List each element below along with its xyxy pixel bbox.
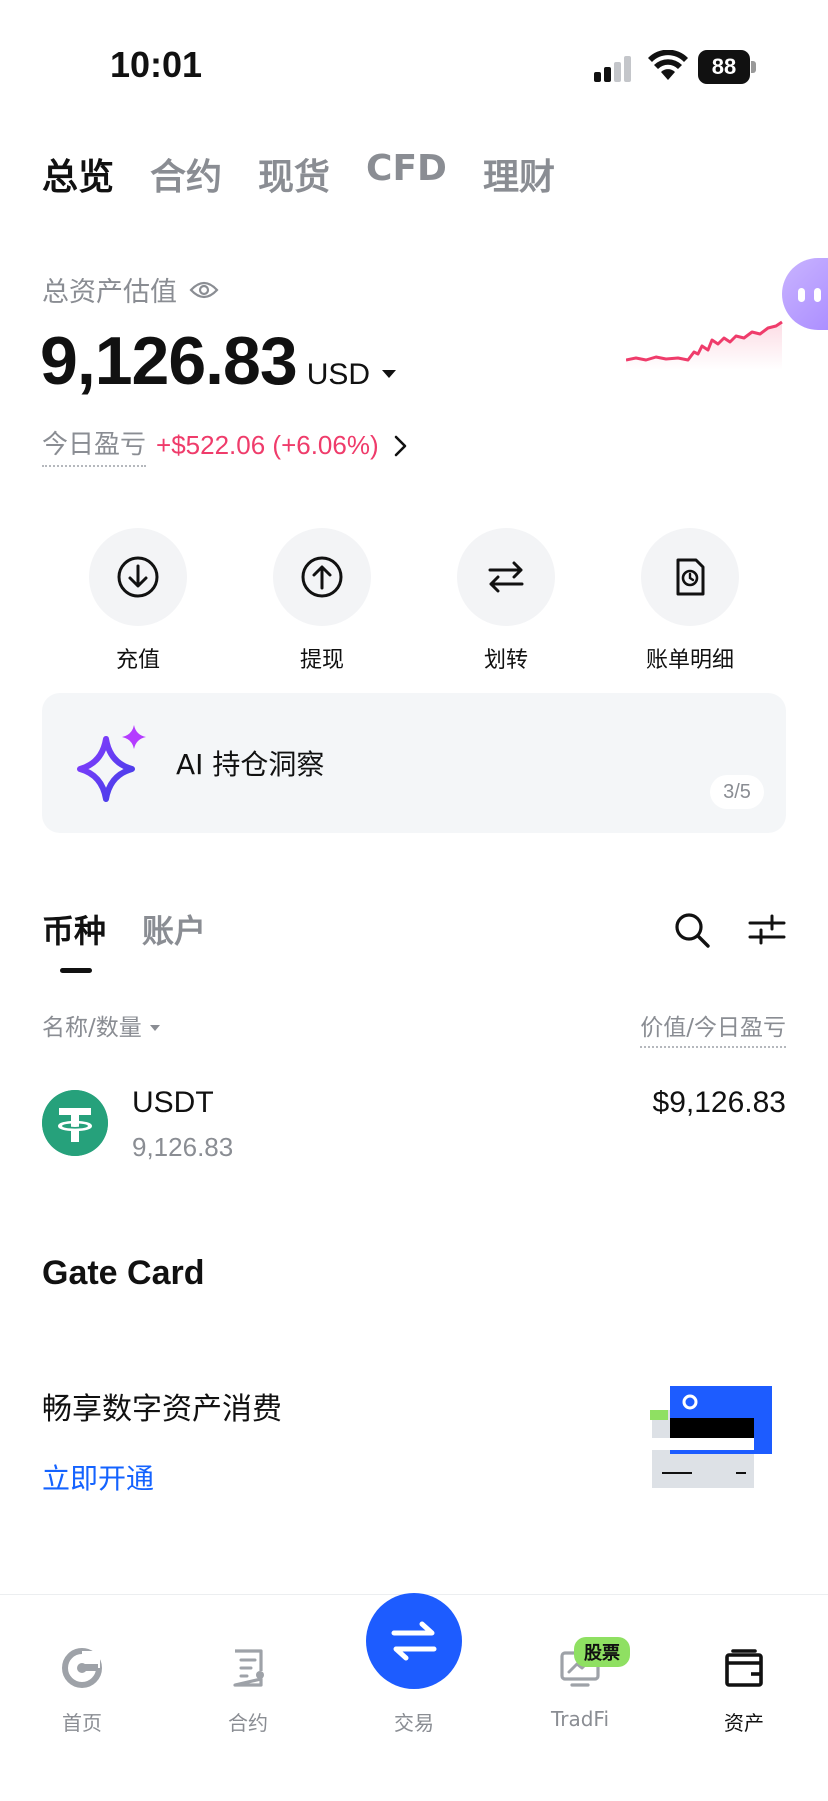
gate-card-title: Gate Card	[42, 1254, 205, 1292]
status-time: 10:01	[110, 44, 203, 85]
assistant-bubble[interactable]	[782, 258, 828, 330]
usdt-logo-icon	[42, 1090, 108, 1156]
filter-settings-icon[interactable]	[748, 912, 786, 948]
transfer-icon	[488, 561, 524, 593]
coin-value: $9,126.83	[652, 1086, 786, 1119]
ai-insight-text: AI 持仓洞察	[176, 748, 325, 781]
coin-quantity: 9,126.83	[132, 1132, 234, 1162]
ai-insight-card[interactable]: AI 持仓洞察 3/5	[42, 693, 786, 833]
bill-detail-button[interactable]: 账单明细	[620, 528, 760, 674]
assistant-eye-icon	[798, 288, 805, 302]
holding-row[interactable]: USDT 9,126.83 $9,126.83	[42, 1086, 786, 1186]
stock-badge: 股票	[574, 1637, 630, 1667]
today-pnl-label: 今日盈亏	[42, 424, 147, 467]
gate-card-description: 畅享数字资产消费	[42, 1392, 282, 1427]
bill-icon	[676, 558, 705, 596]
today-pnl-value: +$522.06 (+6.06%)	[156, 430, 379, 460]
assistant-eye-icon	[814, 288, 821, 302]
nav-futures-label: 合约	[228, 1711, 268, 1735]
currency-selector[interactable]: USD	[306, 358, 397, 392]
tab-coins[interactable]: 币种	[42, 906, 107, 973]
total-asset-label-text: 总资产估值	[42, 277, 177, 308]
transfer-button[interactable]: 划转	[436, 528, 576, 674]
sparkle-icon	[77, 725, 146, 802]
nav-futures[interactable]: 合约	[188, 1647, 308, 1736]
tab-coins-label: 币种	[42, 912, 107, 950]
holdings-tabs: 币种 账户	[42, 906, 242, 973]
deposit-label: 充值	[115, 648, 160, 673]
bottom-navigation: 首页 合约 交易 TradFi 股票 资产	[0, 1593, 828, 1801]
sort-by-name-button[interactable]: 名称/数量	[42, 1008, 160, 1042]
caret-down-icon	[149, 1025, 160, 1031]
futures-icon	[233, 1649, 264, 1687]
asset-trend-sparkline[interactable]	[626, 300, 786, 370]
nav-assets[interactable]: 资产	[684, 1647, 804, 1736]
gate-card-illustration[interactable]	[650, 1384, 774, 1490]
deposit-icon	[117, 556, 159, 598]
bill-detail-label: 账单明细	[645, 648, 734, 673]
tab-earn[interactable]: 理财	[483, 148, 555, 200]
tab-cfd[interactable]: CFD	[366, 148, 447, 200]
tab-accounts[interactable]: 账户	[142, 906, 206, 952]
cellular-signal-icon	[594, 56, 631, 82]
trade-icon	[391, 1621, 437, 1661]
deposit-button[interactable]: 充值	[68, 528, 208, 674]
nav-tradfi-label: TradFi	[550, 1707, 610, 1731]
value-pnl-header[interactable]: 价值/今日盈亏	[640, 1008, 786, 1048]
top-tabs: 总览 合约 现货 CFD 理财	[42, 148, 591, 200]
withdraw-label: 提现	[299, 648, 344, 673]
chevron-right-icon	[394, 435, 406, 456]
carousel-page-indicator: 3/5	[710, 775, 764, 809]
name-quantity-header: 名称/数量	[42, 1015, 142, 1041]
nav-assets-label: 资产	[724, 1711, 764, 1735]
activate-now-link[interactable]: 立即开通	[42, 1457, 154, 1497]
active-tab-indicator	[60, 968, 92, 973]
total-asset-label: 总资产估值	[42, 270, 219, 309]
eye-icon[interactable]	[189, 279, 219, 301]
currency-unit: USD	[306, 358, 371, 391]
home-icon	[62, 1648, 102, 1688]
withdraw-button[interactable]: 提现	[252, 528, 392, 674]
total-asset-number: 9,126.83	[40, 323, 298, 399]
wifi-icon	[648, 50, 688, 80]
withdraw-icon	[301, 556, 343, 598]
wallet-icon	[725, 1649, 763, 1687]
battery-level: 88	[698, 50, 750, 84]
search-icon[interactable]	[672, 910, 712, 950]
tab-futures[interactable]: 合约	[150, 148, 222, 200]
nav-trade-label: 交易	[394, 1711, 434, 1735]
transfer-label: 划转	[483, 648, 528, 673]
status-bar: 10:01 88	[0, 0, 828, 130]
caret-down-icon	[382, 370, 397, 378]
total-asset-value: 9,126.83 USD	[40, 322, 397, 400]
battery-icon: 88	[698, 50, 756, 84]
nav-home-label: 首页	[62, 1711, 102, 1735]
tab-overview[interactable]: 总览	[42, 148, 114, 200]
coin-symbol: USDT	[132, 1086, 214, 1119]
today-pnl-row[interactable]: 今日盈亏 +$522.06 (+6.06%)	[42, 424, 409, 467]
tab-spot[interactable]: 现货	[258, 148, 330, 200]
trade-button[interactable]	[366, 1593, 462, 1689]
nav-home[interactable]: 首页	[22, 1647, 142, 1736]
